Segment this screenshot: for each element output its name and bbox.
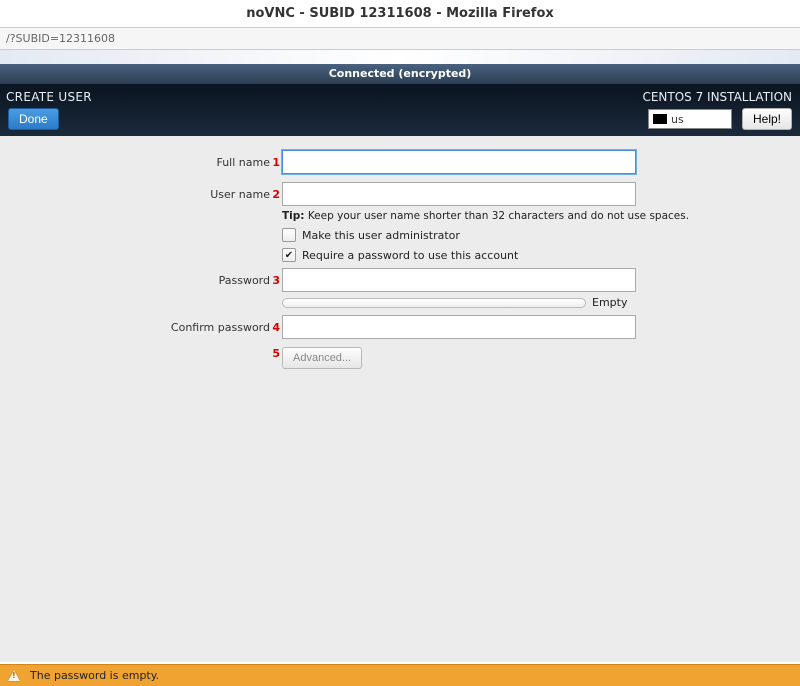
- marker-2: 2: [272, 188, 282, 201]
- require-password-label: Require a password to use this account: [302, 249, 518, 262]
- keyboard-icon: [653, 114, 667, 124]
- keyboard-layout-selector[interactable]: us: [648, 109, 732, 129]
- marker-5: 5: [272, 347, 282, 360]
- tip-prefix: Tip:: [282, 210, 304, 222]
- marker-4: 4: [272, 321, 282, 334]
- page-title: CREATE USER: [4, 90, 92, 104]
- fullname-input[interactable]: [282, 150, 636, 174]
- password-input[interactable]: [282, 268, 636, 292]
- connection-status-bar: Connected (encrypted): [0, 64, 800, 84]
- installer-title: CENTOS 7 INSTALLATION: [642, 90, 792, 104]
- admin-checkbox-label: Make this user administrator: [302, 229, 460, 242]
- fullname-label: Full name: [168, 156, 272, 169]
- username-input[interactable]: [282, 182, 636, 206]
- help-button[interactable]: Help!: [742, 108, 792, 130]
- url-bar: /?SUBID=12311608: [0, 28, 800, 50]
- done-button[interactable]: Done: [8, 108, 59, 130]
- username-tip: Tip: Keep your user name shorter than 32…: [282, 210, 800, 222]
- window-title: noVNC - SUBID 12311608 - Mozilla Firefox: [0, 0, 800, 28]
- password-strength-label: Empty: [592, 296, 627, 309]
- gradient-strip: [0, 50, 800, 64]
- warning-icon: [8, 670, 20, 681]
- confirm-password-label: Confirm password: [168, 321, 272, 334]
- confirm-password-input[interactable]: [282, 315, 636, 339]
- tip-text: Keep your user name shorter than 32 char…: [304, 210, 689, 222]
- keyboard-layout-label: us: [671, 113, 684, 126]
- admin-checkbox[interactable]: [282, 228, 296, 242]
- warning-text: The password is empty.: [30, 669, 159, 682]
- password-label: Password: [168, 274, 272, 287]
- installer-header: CREATE USER Done CENTOS 7 INSTALLATION u…: [0, 84, 800, 136]
- username-label: User name: [168, 188, 272, 201]
- marker-3: 3: [272, 274, 282, 287]
- advanced-button[interactable]: Advanced...: [282, 347, 362, 369]
- marker-1: 1: [272, 156, 282, 169]
- form-content: Full name 1 User name 2 Tip: Keep your u…: [0, 136, 800, 662]
- warning-bar: The password is empty.: [0, 664, 800, 686]
- password-strength-meter: [282, 298, 586, 308]
- require-password-checkbox[interactable]: [282, 248, 296, 262]
